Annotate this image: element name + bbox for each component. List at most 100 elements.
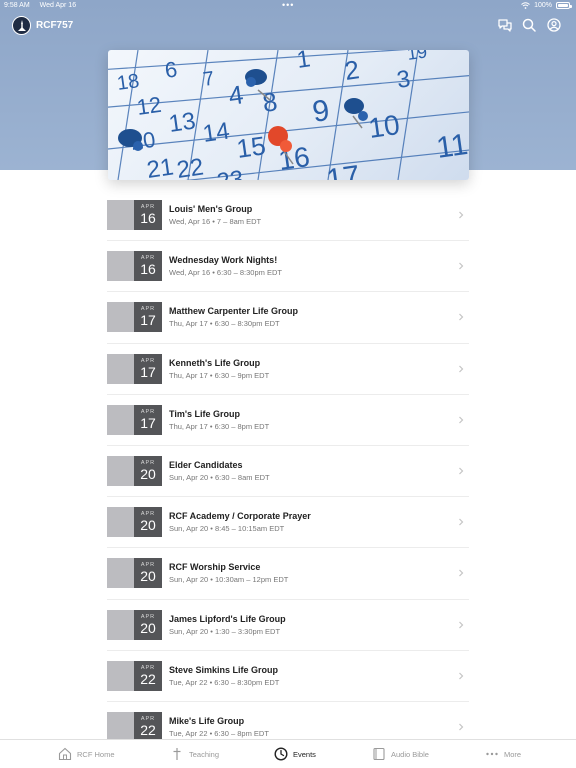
event-row[interactable]: APR 22 Mike's Life Group Tue, Apr 22 • 6:30… [107,702,469,739]
date-box: APR 20 [134,558,162,589]
date-box: APR 17 [134,353,162,384]
wifi-icon [521,2,530,9]
event-row[interactable]: APR 20 James Lipford's Life Group Sun, Apr … [107,600,469,651]
chevron-right-icon [459,416,464,424]
date-box: APR 16 [134,200,162,231]
calendar-number: 1 [295,50,312,74]
chevron-right-icon [459,621,464,629]
date-box: APR 20 [134,456,162,487]
date-day: 16 [140,210,156,227]
tab-teaching[interactable]: Teaching [170,747,219,761]
calendar-number: 23 [215,165,245,180]
event-title: Mike's Life Group [169,715,245,726]
logo-icon[interactable] [12,16,31,35]
event-title: Matthew Carpenter Life Group [169,306,299,317]
date-day: 22 [140,670,156,687]
date-box: APR 16 [134,251,162,282]
date-badge: APR 20 [107,609,162,640]
calendar-number: 8 [261,86,280,118]
event-title: Wednesday Work Nights! [169,255,278,266]
multitasking-dots-icon[interactable]: ••• [282,0,294,10]
calendar-number: 9 [310,94,331,129]
chevron-right-icon [459,314,464,321]
tab-events[interactable]: Events [274,747,316,761]
chat-icon[interactable] [497,17,513,33]
chevron-right-icon [459,211,464,219]
date-day: 20 [140,466,156,483]
date-badge: APR 17 [107,404,162,435]
date-badge: APR 22 [107,711,162,739]
tab-label: Teaching [189,749,220,759]
date-badge: APR 20 [107,558,162,589]
status-bar: 9:58 AM Wed Apr 16 ••• 100% [0,0,576,12]
calendar-number: 3 [395,65,412,94]
event-text: Wednesday Work Nights! Wed, Apr 16 • 6:30… [169,255,469,277]
calendar-number: 6 [163,56,179,82]
event-title: Tim's Life Group [169,408,240,419]
status-time: 9:58 AM [4,2,30,9]
calendar-number: 2 [343,54,362,86]
event-text: Louis' Men's Group Wed, Apr 16 • 7 – 8am … [169,204,469,226]
calendar-number: 12 [135,92,163,120]
calendar-banner-image: 671234891011121314151617181920212223 [108,50,469,180]
date-day: 17 [140,363,156,380]
tab-rcf-home[interactable]: RCF Home [58,747,115,761]
profile-icon[interactable] [546,17,562,33]
calendar-number: 15 [235,130,268,164]
calendar-number: 4 [227,79,246,111]
tab-bar: RCF Home Teaching Events Audio Bible More [0,739,576,768]
app-title: RCF757 [36,20,74,31]
event-text: RCF Worship Service Sun, Apr 20 • 10:30am… [169,562,469,584]
tab-label: More [504,749,522,759]
date-month: APR [140,357,156,364]
event-list[interactable]: APR 16 Louis' Men's Group Wed, Apr 16 • 7 –… [107,190,469,739]
event-datetime: Sun, Apr 20 • 6:30 – 8am EDT [169,473,270,483]
event-datetime: Wed, Apr 16 • 7 – 8am EDT [169,217,262,227]
date-month: APR [140,613,156,620]
event-row[interactable]: APR 16 Louis' Men's Group Wed, Apr 16 • 7 –… [107,190,469,242]
clock-icon [274,747,288,761]
tab-more[interactable]: More [485,747,521,761]
event-row[interactable]: APR 17 Kenneth's Life Group Thu, Apr 17 • 6… [107,344,469,395]
event-row[interactable]: APR 20 RCF Academy / Corporate Prayer Sun, … [107,497,469,549]
calendar-number: 17 [324,160,362,180]
date-day: 16 [140,261,156,278]
event-title: RCF Academy / Corporate Prayer [169,511,311,522]
battery-percent: 100% [534,2,552,9]
date-box: APR 20 [134,507,162,538]
event-title: Kenneth's Life Group [169,357,261,368]
event-title: Louis' Men's Group [169,204,253,215]
date-day: 20 [140,517,156,534]
chevron-right-icon [459,262,464,270]
calendar-number: 19 [406,50,429,64]
date-day: 22 [140,721,156,738]
date-day: 17 [140,312,156,329]
date-day: 17 [140,414,156,431]
event-datetime: Tue, Apr 22 • 6:30 – 8:30pm EDT [169,677,280,687]
tab-label: RCF Home [77,749,115,759]
chevron-right-icon [459,723,464,731]
calendar-number: 10 [367,109,402,144]
search-icon[interactable] [521,17,537,33]
event-text: Steve Simkins Life Group Tue, Apr 22 • 6:… [169,665,469,687]
event-row[interactable]: APR 17 Tim's Life Group Thu, Apr 17 • 6:30 … [107,395,469,446]
calendar-number: 7 [202,68,216,91]
event-row[interactable]: APR 16 Wednesday Work Nights! Wed, Apr 16 •… [107,241,469,293]
tab-audio-bible[interactable]: Audio Bible [372,747,429,761]
calendar-number: 11 [434,128,469,165]
event-row[interactable]: APR 20 Elder Candidates Sun, Apr 20 • 6:30 … [107,446,469,498]
more-icon [486,752,498,756]
battery-icon [556,2,572,9]
chevron-right-icon [459,467,464,475]
event-row[interactable]: APR 22 Steve Simkins Life Group Tue, Apr 22… [107,651,469,702]
event-row[interactable]: APR 17 Matthew Carpenter Life Group Thu, Ap… [107,292,469,344]
event-datetime: Tue, Apr 22 • 6:30 – 8pm EDT [169,728,269,738]
event-datetime: Thu, Apr 17 • 6:30 – 8:30pm EDT [169,319,280,329]
event-row[interactable]: APR 20 RCF Worship Service Sun, Apr 20 • 10… [107,548,469,600]
event-title: RCF Worship Service [169,562,261,573]
chevron-right-icon [459,569,464,577]
date-badge: APR 22 [107,660,162,691]
cross-icon [173,748,181,760]
event-text: RCF Academy / Corporate Prayer Sun, Apr 2… [169,511,469,533]
event-datetime: Sun, Apr 20 • 10:30am – 12pm EDT [169,575,289,585]
